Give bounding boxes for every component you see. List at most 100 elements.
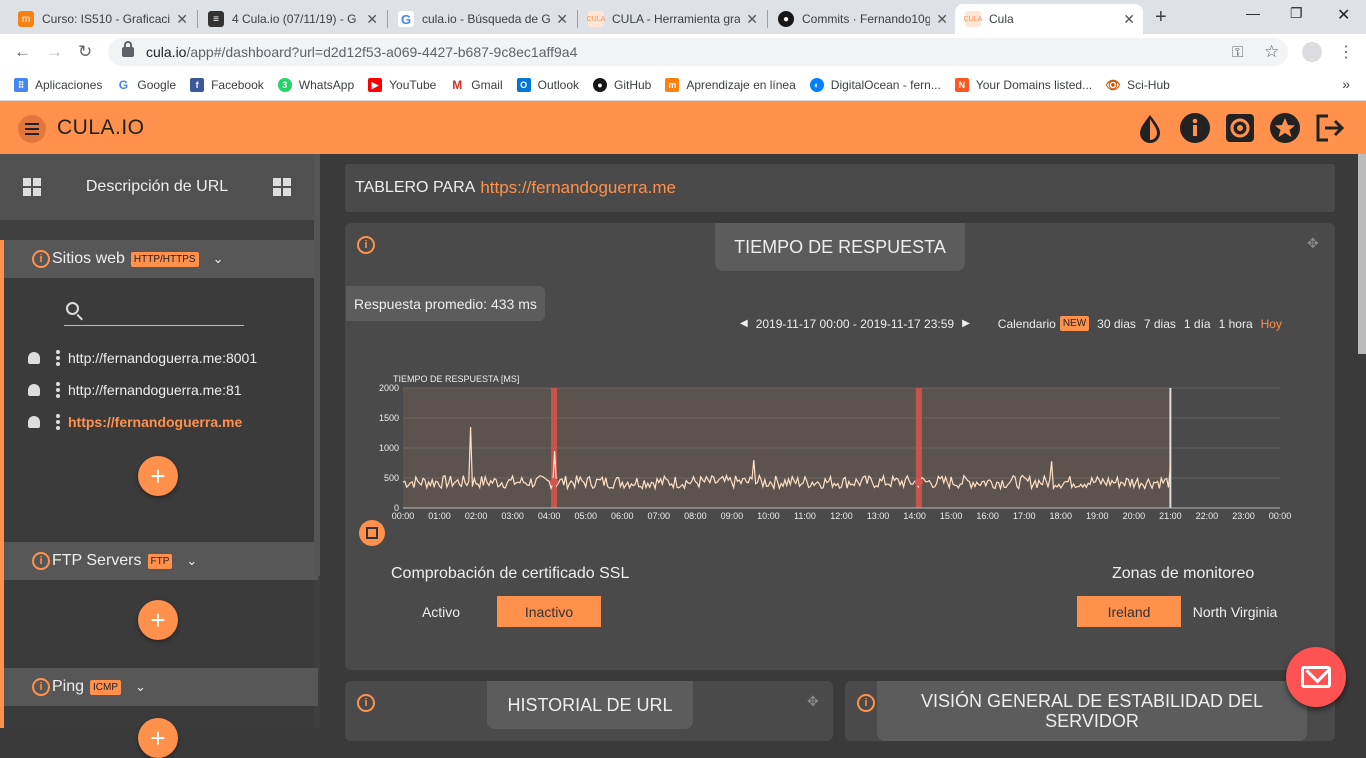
prev-range-icon[interactable]: ◀ [740,318,748,329]
dashboard-grid-icon[interactable] [273,178,291,196]
bookmark-item[interactable]: 3 WhatsApp [277,78,354,92]
range-1h[interactable]: 1 hora [1219,317,1253,331]
reload-icon[interactable]: ↻ [78,42,92,62]
page-scrollbar[interactable] [1358,154,1366,354]
info-icon[interactable]: i [32,678,50,696]
site-url[interactable]: http://fernandoguerra.me:8001 [68,350,257,366]
dashboard-grid-icon[interactable] [23,178,41,196]
ssl-active-toggle[interactable]: Activo [411,596,471,627]
range-30d[interactable]: 30 dias [1097,317,1136,331]
section-title: Sitios web [52,250,125,267]
more-options-icon[interactable] [56,414,60,430]
dashboard-title-url[interactable]: https://fernandoguerra.me [480,178,676,198]
mail-button[interactable] [1286,647,1346,707]
info-icon[interactable]: i [357,236,375,254]
bookmark-item[interactable]: G Google [116,78,176,92]
zone-ireland-toggle[interactable]: Ireland [1077,596,1181,627]
chevron-down-icon[interactable]: ⌄ [135,679,146,695]
site-url[interactable]: http://fernandoguerra.me:81 [68,382,242,398]
calendar-link[interactable]: Calendario [998,317,1056,331]
info-icon[interactable] [1179,112,1211,144]
key-icon[interactable]: ⚿ [1232,44,1243,61]
more-options-icon[interactable] [56,382,60,398]
bookmark-star-icon[interactable]: ☆ [1264,42,1279,62]
bookmark-item[interactable]: ● GitHub [593,78,651,92]
chart-xtick-label: 14:00 [903,511,926,521]
bell-icon[interactable] [28,416,40,428]
site-list-item[interactable]: http://fernandoguerra.me:81 [28,379,242,401]
bookmarks-overflow-icon[interactable]: » [1342,76,1350,92]
site-search-input[interactable] [64,296,244,326]
minimize-button[interactable]: — [1246,5,1260,21]
settings-gear-icon[interactable] [1224,112,1256,144]
browser-tab[interactable]: ● Commits · Fernando10g ✕ [768,4,956,34]
drag-handle-icon[interactable]: ✥ [1307,235,1319,252]
logout-icon[interactable] [1314,112,1346,144]
forward-arrow-icon[interactable]: → [46,42,63,62]
chart-xtick-label: 02:00 [465,511,488,521]
info-icon[interactable]: i [32,250,50,268]
site-list-item-active[interactable]: https://fernandoguerra.me [28,411,242,433]
brand-logo: CULA.IO [57,116,145,139]
close-icon[interactable]: ✕ [556,11,568,28]
close-icon[interactable]: ✕ [936,11,948,28]
next-range-icon[interactable]: ▶ [962,318,970,329]
chart-xtick-label: 09:00 [721,511,744,521]
close-icon[interactable]: ✕ [176,11,188,28]
maximize-button[interactable]: ❐ [1290,5,1303,22]
drag-handle-icon[interactable]: ✥ [807,693,819,710]
browser-tab[interactable]: m Curso: IS510 - Graficació ✕ [8,4,196,34]
bookmark-item[interactable]: f Facebook [190,78,264,92]
chevron-down-icon[interactable]: ⌄ [213,251,224,267]
window-close-button[interactable]: ✕ [1337,5,1350,25]
close-icon[interactable]: ✕ [746,11,758,28]
info-icon[interactable]: i [857,694,875,712]
info-icon[interactable]: i [32,552,50,570]
bookmark-item[interactable]: ◐ DigitalOcean - fern... [809,78,941,92]
browser-tab[interactable]: ≡ 4 Cula.io (07/11/19) - G ✕ [198,4,386,34]
zone-virginia-toggle[interactable]: North Virginia [1187,596,1283,627]
websites-section-header[interactable]: i Sitios web HTTP/HTTPS ⌄ [4,240,318,278]
new-tab-button[interactable]: + [1155,6,1167,29]
browser-tab[interactable]: CULA CULA - Herramienta gra ✕ [578,4,766,34]
range-today[interactable]: Hoy [1261,317,1282,331]
hamburger-menu-icon[interactable] [18,115,46,143]
bell-icon[interactable] [28,384,40,396]
chart-xtick-label: 21:00 [1159,511,1182,521]
dashboard-title-prefix: TABLERO PARA [355,179,476,196]
range-1d[interactable]: 1 día [1184,317,1211,331]
chevron-down-icon[interactable]: ⌄ [186,553,197,569]
add-ping-button[interactable]: + [138,718,178,758]
more-options-icon[interactable] [56,350,60,366]
bookmark-item[interactable]: O Outlook [516,78,579,92]
bookmark-item[interactable]: M Gmail [450,78,503,92]
close-icon[interactable]: ✕ [366,11,378,28]
expand-chart-icon[interactable] [359,520,385,546]
info-icon[interactable]: i [357,694,375,712]
bookmark-item[interactable]: m Aprendizaje en línea [665,78,796,92]
url-sidebar: Descripción de URL i Sitios web HTTP/HTT… [0,154,320,758]
bookmark-item[interactable]: ▶ YouTube [368,78,436,92]
back-arrow-icon[interactable]: ← [14,42,31,62]
site-list-item[interactable]: http://fernandoguerra.me:8001 [28,347,257,369]
add-website-button[interactable]: + [138,456,178,496]
add-ftp-button[interactable]: + [138,600,178,640]
bookmark-label: Outlook [537,78,579,92]
url-input[interactable]: cula.io/app#/dashboard?url=d2d12f53-a069… [108,38,1288,66]
ssl-inactive-toggle[interactable]: Inactivo [497,596,601,627]
bookmark-item[interactable]: ⠿ Aplicaciones [14,78,102,92]
bookmark-item[interactable]: 👁 Sci-Hub [1106,78,1170,92]
site-url[interactable]: https://fernandoguerra.me [68,414,242,430]
browser-tab-active[interactable]: CULA Cula ✕ [955,4,1143,34]
ftp-section-header[interactable]: i FTP Servers FTP ⌄ [4,542,318,580]
browser-tab[interactable]: G cula.io - Búsqueda de G ✕ [388,4,576,34]
theme-drop-icon[interactable] [1134,112,1166,144]
close-icon[interactable]: ✕ [1123,11,1135,28]
range-7d[interactable]: 7 dias [1144,317,1176,331]
bookmark-item[interactable]: N Your Domains listed... [954,78,1092,92]
menu-kebab-icon[interactable]: ⋮ [1338,42,1354,62]
ping-section-header[interactable]: i Ping ICMP ⌄ [4,668,318,706]
profile-avatar[interactable] [1302,42,1322,62]
star-icon[interactable] [1269,112,1301,144]
bell-icon[interactable] [28,352,40,364]
